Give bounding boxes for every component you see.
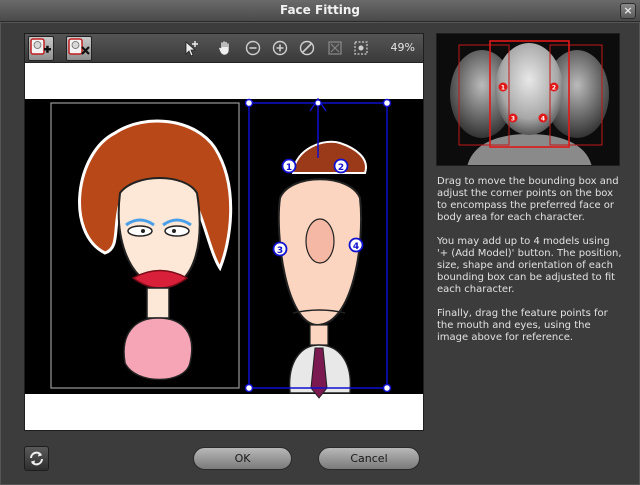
zoom-out-icon[interactable] — [244, 39, 262, 57]
corner-handle-top-left[interactable] — [244, 98, 254, 108]
feature-point-3[interactable]: 3 — [272, 241, 288, 257]
fitting-canvas[interactable]: 1 2 3 4 — [25, 63, 423, 430]
reset-zoom-icon[interactable] — [298, 39, 316, 57]
feature-point-1[interactable]: 1 — [281, 158, 297, 174]
add-model-icon — [30, 38, 51, 55]
reference-marker-3: 3 — [511, 116, 515, 123]
pan-hand-icon[interactable] — [216, 39, 234, 57]
fitting-viewport: 49% 1 2 3 4 — [24, 33, 424, 431]
feature-point-label: 2 — [338, 163, 344, 173]
reset-button[interactable] — [24, 446, 49, 471]
reference-marker-2: 2 — [552, 85, 556, 92]
remove-model-button[interactable] — [66, 36, 92, 61]
zoom-in-icon[interactable] — [271, 39, 289, 57]
feature-point-2[interactable]: 2 — [333, 158, 349, 174]
title-bar: Face Fitting × — [0, 0, 640, 22]
character-man — [277, 140, 367, 399]
character-woman — [50, 102, 240, 389]
reference-marker-1: 1 — [501, 85, 505, 92]
fitting-overlay: 1 2 3 4 — [50, 97, 392, 399]
feature-point-label: 4 — [353, 242, 359, 252]
zoom-level: 49% — [390, 41, 415, 54]
window-title: Face Fitting — [279, 3, 361, 17]
instructions-paragraph-2: You may add up to 4 models using '+ (Add… — [437, 236, 622, 295]
ok-button[interactable]: OK — [193, 447, 292, 470]
fit-window-icon[interactable] — [326, 39, 344, 57]
feature-point-label: 3 — [277, 246, 283, 256]
feature-point-label: 1 — [286, 163, 292, 173]
instructions-paragraph-3: Finally, drag the feature points for the… — [437, 308, 608, 343]
remove-model-icon — [68, 38, 90, 55]
corner-handle-bottom-left[interactable] — [244, 383, 254, 393]
viewport-toolbar: 49% — [25, 34, 423, 63]
reference-marker-4: 4 — [541, 116, 545, 123]
cancel-button[interactable]: Cancel — [318, 447, 420, 470]
move-point-icon[interactable] — [183, 39, 201, 57]
corner-handle-top-right[interactable] — [382, 98, 392, 108]
close-button[interactable]: × — [620, 3, 636, 19]
rotate-handle[interactable] — [314, 99, 322, 107]
instructions-text: Drag to move the bounding box and adjust… — [437, 176, 623, 356]
refresh-icon — [30, 451, 43, 466]
feature-point-4[interactable]: 4 — [348, 237, 364, 253]
corner-handle-bottom-right[interactable] — [382, 383, 392, 393]
actual-size-icon[interactable] — [352, 39, 370, 57]
instructions-paragraph-1: Drag to move the bounding box and adjust… — [437, 176, 619, 223]
reference-image: 1 2 3 4 — [436, 33, 620, 166]
add-model-button[interactable] — [28, 36, 54, 61]
